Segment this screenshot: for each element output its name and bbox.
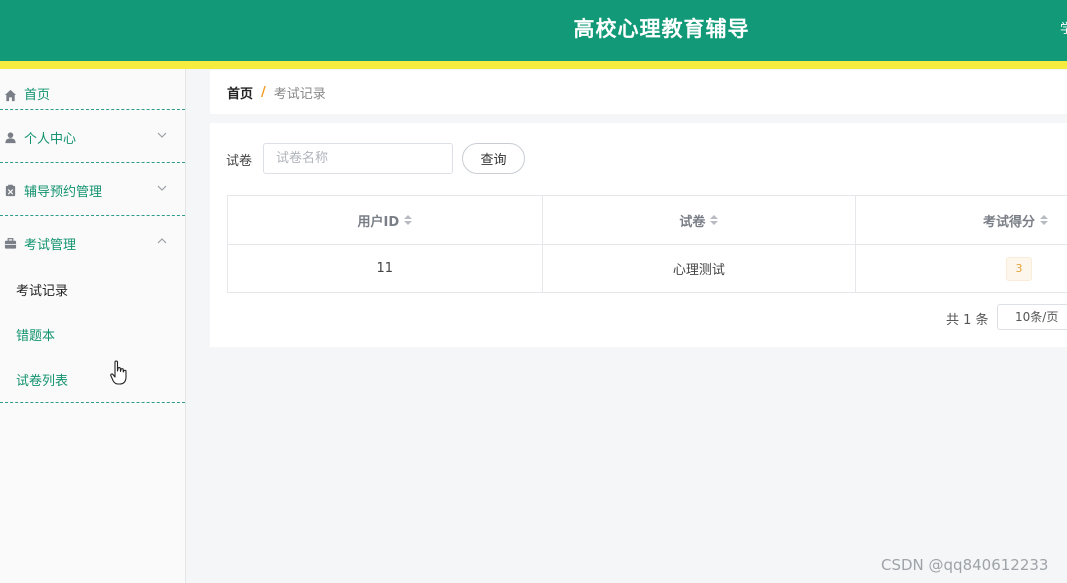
menu-divider: [0, 162, 185, 163]
cell-paper: 心理测试: [543, 245, 857, 292]
sort-icon[interactable]: [404, 215, 413, 225]
hand-cursor-icon: [110, 360, 127, 385]
watermark: CSDN @qq840612233: [881, 556, 1049, 574]
sidebar: 首页 个人中心 辅导预约管理 考试管理 考试记录 错题本 试卷列表: [0, 69, 186, 583]
app-title: 高校心理教育辅导: [573, 17, 750, 41]
cell-user-id: 11: [228, 245, 543, 292]
column-header-paper[interactable]: 试卷: [543, 196, 857, 244]
app-header: 高校心理教育辅导 学: [0, 0, 1067, 61]
sidebar-item-label: 考试管理: [24, 237, 77, 253]
sort-icon[interactable]: [1040, 215, 1048, 225]
exam-records-table: 用户ID 试卷 考试得分 11 心理测试 3: [227, 195, 1067, 293]
cell-score: 3: [856, 245, 1067, 292]
header-accent-stripe: [0, 61, 1067, 69]
chevron-down-icon: [157, 185, 167, 191]
menu-divider: [0, 109, 185, 110]
sidebar-item-personal-center[interactable]: 个人中心: [0, 111, 185, 163]
sidebar-item-label: 辅导预约管理: [24, 184, 103, 200]
column-header-score[interactable]: 考试得分: [856, 196, 1067, 244]
menu-divider: [0, 402, 185, 403]
briefcase-icon: [3, 236, 17, 250]
content-panel: 试卷 查询 用户ID 试卷 考试得分 11 心理测试 3 共 1 条 1: [210, 123, 1067, 347]
table-row[interactable]: 11 心理测试 3: [228, 245, 1067, 292]
breadcrumb-separator: /: [261, 84, 266, 100]
column-header-user-id[interactable]: 用户ID: [228, 196, 543, 244]
sidebar-item-exam-management[interactable]: 考试管理: [0, 217, 185, 269]
pagination-total: 共 1 条: [946, 313, 989, 328]
table-header: 用户ID 试卷 考试得分: [228, 196, 1067, 245]
chevron-up-icon: [157, 238, 167, 244]
chevron-down-icon: [157, 132, 167, 138]
sidebar-subitem-paper-list[interactable]: 试卷列表: [16, 370, 68, 389]
breadcrumb-current: 考试记录: [273, 86, 326, 102]
sidebar-item-label: 首页: [24, 87, 51, 103]
sort-icon[interactable]: [710, 215, 719, 225]
paper-name-search-input[interactable]: [263, 143, 453, 174]
header-user-link[interactable]: 学: [1060, 18, 1067, 37]
score-badge: 3: [1006, 256, 1032, 281]
sidebar-item-appointment-management[interactable]: 辅导预约管理: [0, 164, 185, 216]
clipboard-icon: [3, 183, 17, 197]
page-size-select[interactable]: 10条/页: [997, 304, 1067, 330]
user-icon: [3, 130, 17, 144]
search-button[interactable]: 查询: [462, 143, 525, 174]
breadcrumb-home[interactable]: 首页: [227, 83, 253, 102]
menu-divider: [0, 215, 185, 216]
sidebar-subitem-wrong-questions[interactable]: 错题本: [16, 325, 55, 344]
sidebar-subitem-exam-records[interactable]: 考试记录: [16, 280, 68, 299]
home-icon: [3, 88, 17, 102]
breadcrumb: 首页 / 考试记录: [210, 70, 1067, 114]
sidebar-item-label: 个人中心: [24, 131, 77, 147]
search-label: 试卷: [226, 154, 253, 169]
